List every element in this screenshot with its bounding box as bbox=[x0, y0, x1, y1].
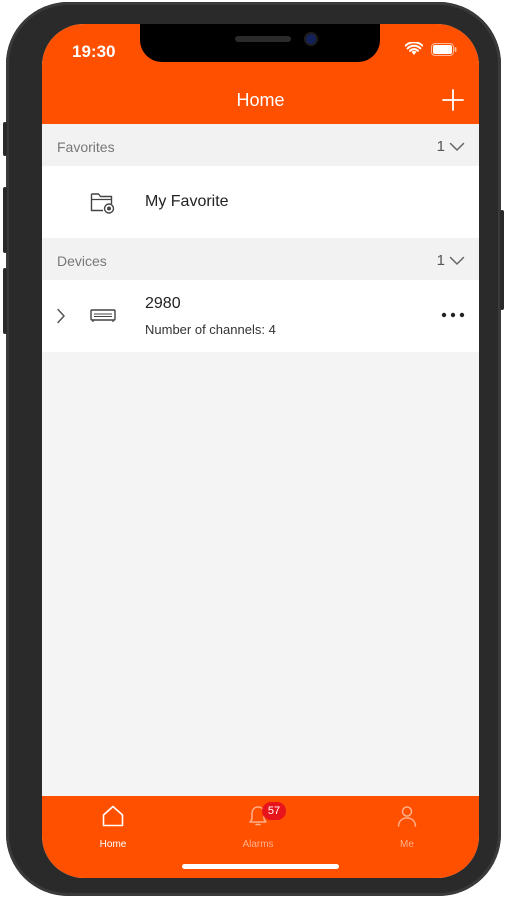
page-title: Home bbox=[236, 90, 285, 110]
devices-count-value: 1 bbox=[436, 252, 445, 269]
favorite-name: My Favorite bbox=[145, 193, 229, 210]
app-screen: 19:30 Home Favorites 1 My Favorite Devic… bbox=[42, 24, 479, 878]
chevron-down-icon bbox=[449, 256, 465, 265]
phone-frame: 19:30 Home Favorites 1 My Favorite Devic… bbox=[3, 2, 504, 896]
favorite-folder-icon bbox=[90, 193, 115, 214]
devices-section-header[interactable]: Devices 1 bbox=[42, 238, 479, 280]
tab-bar: Home 57 Alarms Me bbox=[42, 796, 479, 878]
person-icon bbox=[397, 806, 417, 827]
power-button bbox=[500, 210, 504, 310]
volume-up-button bbox=[3, 187, 7, 253]
tab-alarms-label: Alarms bbox=[242, 839, 274, 850]
device-name: 2980 bbox=[145, 295, 181, 312]
chevron-right-icon[interactable] bbox=[56, 308, 66, 324]
wifi-icon bbox=[405, 42, 423, 55]
alarm-count-badge: 57 bbox=[262, 802, 286, 820]
favorites-section-header[interactable]: Favorites 1 bbox=[42, 124, 479, 166]
camera-notch bbox=[140, 24, 380, 62]
tab-me[interactable]: Me bbox=[367, 804, 447, 854]
home-icon bbox=[102, 805, 124, 827]
device-channels: Number of channels: 4 bbox=[145, 322, 276, 337]
more-options-icon[interactable] bbox=[441, 312, 465, 318]
chevron-down-icon bbox=[449, 142, 465, 151]
battery-icon bbox=[431, 42, 457, 56]
tab-alarms[interactable]: 57 Alarms bbox=[218, 802, 298, 854]
devices-count[interactable]: 1 bbox=[437, 252, 465, 269]
status-time: 19:30 bbox=[72, 42, 116, 61]
favorites-label: Favorites bbox=[57, 139, 115, 155]
home-indicator[interactable] bbox=[182, 864, 339, 869]
device-item-2980[interactable]: 2980 Number of channels: 4 bbox=[42, 280, 479, 352]
volume-down-button bbox=[3, 268, 7, 334]
tab-me-label: Me bbox=[400, 839, 414, 850]
tab-home-label: Home bbox=[99, 839, 127, 850]
plus-icon[interactable] bbox=[441, 88, 465, 112]
tab-home[interactable]: Home bbox=[73, 804, 153, 854]
favorites-count[interactable]: 1 bbox=[437, 138, 465, 155]
favorite-item-my-favorite[interactable]: My Favorite bbox=[42, 166, 479, 238]
favorites-count-value: 1 bbox=[436, 138, 445, 155]
dvr-device-icon bbox=[90, 309, 116, 322]
status-icons bbox=[405, 42, 457, 56]
front-camera bbox=[306, 34, 316, 44]
mute-switch bbox=[3, 122, 7, 156]
app-header: 19:30 Home bbox=[42, 24, 479, 124]
earpiece-speaker bbox=[235, 36, 291, 42]
devices-label: Devices bbox=[57, 253, 107, 269]
